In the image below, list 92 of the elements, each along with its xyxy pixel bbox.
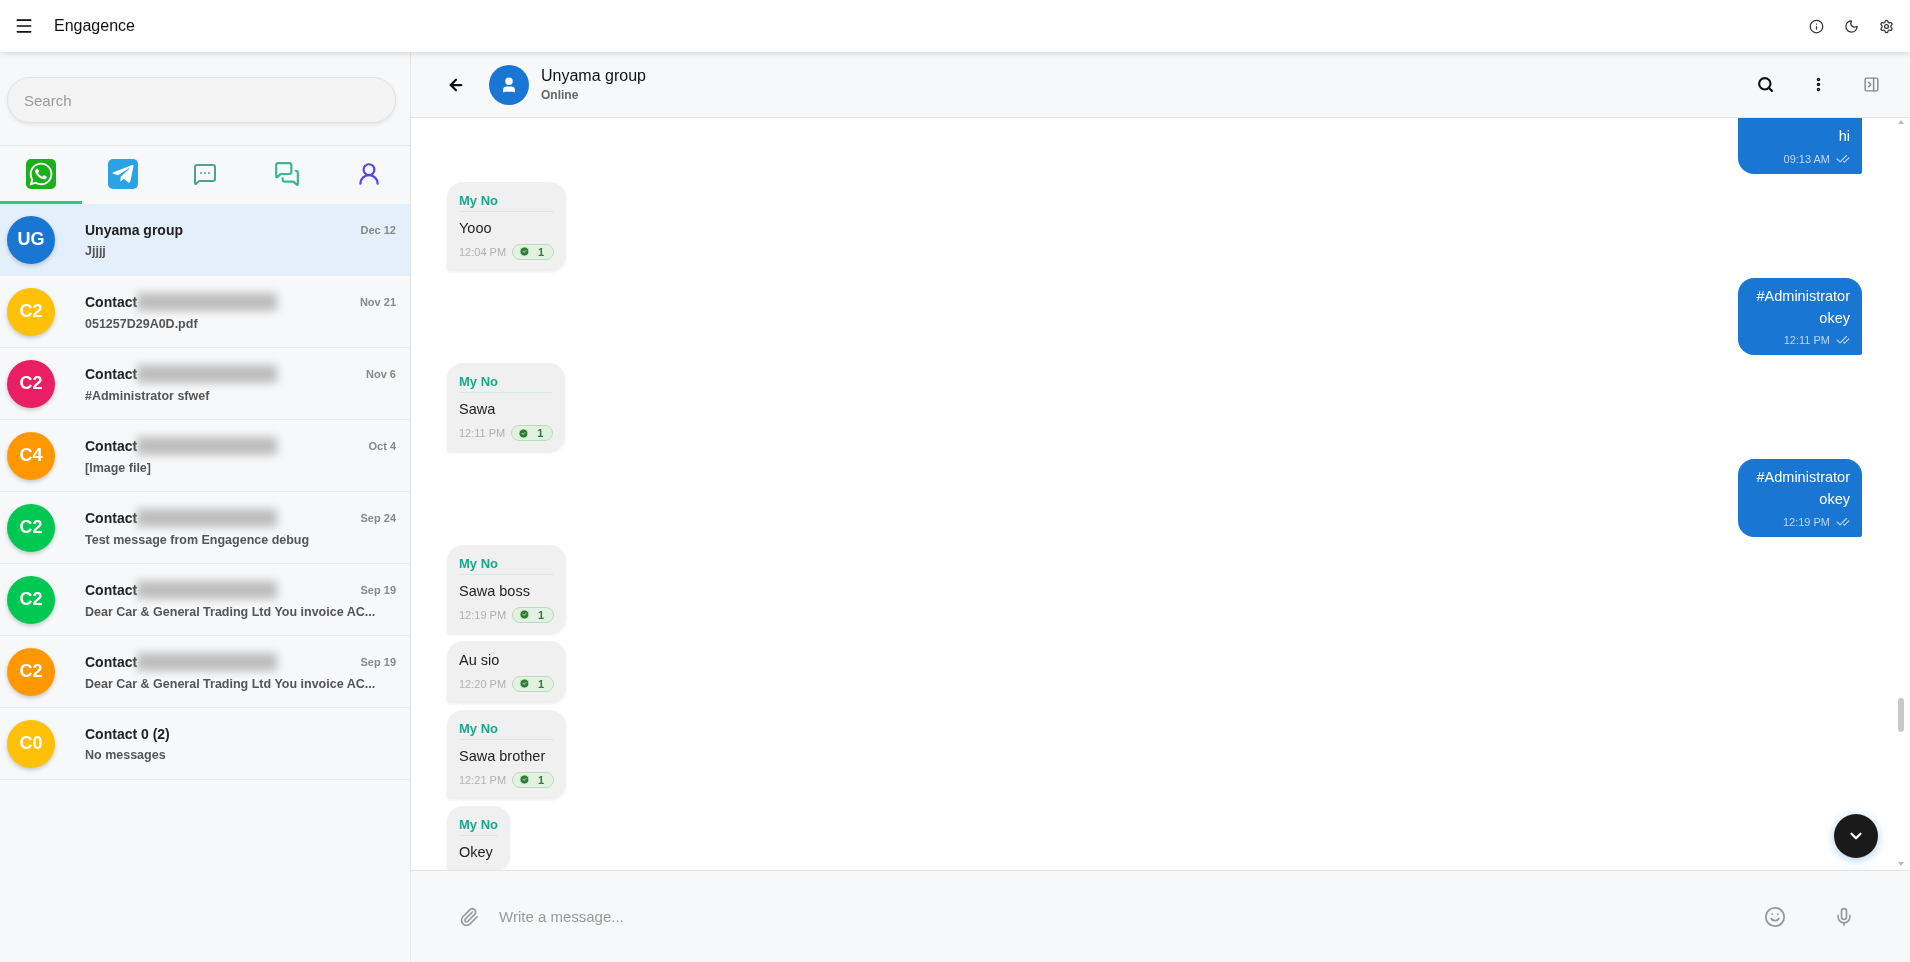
message-time: 12:19 PM (459, 608, 507, 621)
message-preview: Jjjjj (85, 243, 107, 258)
message-time: 12:20 PM (459, 677, 507, 690)
menu-button[interactable] (14, 16, 34, 36)
avatar: C2 (7, 575, 55, 624)
message-preview: Dear Car & General Trading Ltd You invoice AC... (85, 604, 377, 619)
attach-button[interactable] (459, 906, 479, 927)
contact-name: Contact (85, 653, 138, 670)
sender-name: My No (459, 816, 498, 836)
chat-title: Unyama group (541, 67, 647, 85)
message-text: #Administrator okey (1755, 468, 1850, 509)
settings-button[interactable] (1879, 18, 1894, 34)
message-preview: #Administrator sfwef (85, 388, 211, 403)
contact-name: Contact (85, 437, 138, 454)
message-text: Yooo (459, 219, 493, 236)
contact-name: Contact (85, 293, 138, 310)
check-icon (519, 678, 531, 690)
conversation-item[interactable]: C0 Contact 0 (2) No messages (0, 708, 410, 780)
message-preview: 051257D29A0D.pdf (85, 316, 199, 331)
message-time: 12:21 PM (459, 773, 507, 786)
panel-toggle-button[interactable] (1863, 76, 1880, 93)
user-icon (356, 160, 382, 187)
avatar: C2 (7, 647, 55, 696)
message-preview: Dear Car & General Trading Ltd You invoice AC... (85, 676, 377, 691)
check-icon (518, 427, 530, 439)
avatar: C0 (7, 719, 55, 768)
avatar: C2 (7, 287, 55, 336)
dark-mode-button[interactable] (1844, 18, 1859, 34)
conversation-item[interactable]: C2 Contact Sep 19 Dear Car & General Trading Ltd You invoice AC... (0, 564, 410, 636)
avatar: UG (7, 215, 55, 264)
read-count: 1 (512, 606, 555, 623)
message-preview: Test message from Engagence debug (85, 532, 311, 547)
sender-name: My No (459, 374, 554, 394)
conversation-date: Nov 21 (359, 295, 396, 308)
read-count: 1 (511, 425, 554, 442)
microphone-button[interactable] (1834, 906, 1854, 927)
conversation-date: Oct 4 (368, 439, 396, 452)
message-time: 09:13 AM (1783, 152, 1830, 165)
sender-name: My No (459, 192, 555, 212)
conversation-item[interactable]: C2 Contact Sep 24 Test message from Engagence debug (0, 492, 410, 564)
scroll-down-button[interactable] (1834, 814, 1878, 858)
conversation-date: Dec 12 (360, 223, 396, 236)
conversation-date: Sep 19 (360, 583, 396, 596)
message-time: 12:11 PM (459, 427, 506, 440)
conversation-item[interactable]: C2 Contact Nov 21 051257D29A0D.pdf (0, 276, 410, 348)
message-time: 12:11 PM (1783, 334, 1830, 347)
chat-bubble-icon (193, 161, 217, 186)
contact-name: Contact (85, 365, 138, 382)
phone-bubble-icon (26, 158, 56, 189)
conversation-item[interactable]: UG Unyama group Dec 12 Jjjjj (0, 204, 410, 276)
check-icon (519, 246, 531, 258)
read-count: 1 (512, 771, 555, 788)
message-text: Sawa (459, 401, 497, 418)
group-avatar (489, 64, 529, 105)
info-button[interactable] (1809, 18, 1824, 34)
read-count: 1 (512, 243, 555, 260)
emoji-button[interactable] (1764, 905, 1786, 928)
read-count: 1 (512, 675, 555, 692)
conversation-date: Nov 6 (366, 367, 396, 380)
search-button[interactable] (1757, 76, 1774, 93)
message-preview: [Image file] (85, 460, 152, 475)
conversation-date: Sep 24 (360, 511, 396, 524)
avatar: C2 (7, 359, 55, 408)
message-input[interactable]: Write a message... (497, 907, 1746, 926)
contact-name: Contact (85, 581, 138, 598)
check-icon (519, 774, 531, 786)
avatar: C4 (7, 431, 55, 480)
message-time: 12:04 PM (459, 245, 507, 258)
message-text: Au sio (459, 651, 501, 668)
search-field[interactable]: Search (7, 77, 396, 123)
avatar: C2 (7, 503, 55, 552)
contact-name: Contact 0 (2) (85, 725, 170, 742)
conversation-item[interactable]: C4 Contact Oct 4 [Image file] (0, 420, 410, 492)
message-text: Okey (459, 843, 494, 860)
app-title: Engagence (54, 17, 136, 35)
contact-name: Unyama group (85, 221, 183, 238)
conversation-item[interactable]: C2 Contact Sep 19 Dear Car & General Trading Ltd You invoice AC... (0, 636, 410, 708)
message-text: #Administrator okey (1755, 286, 1850, 328)
paper-plane-icon (108, 158, 138, 189)
message-text: hi (1837, 127, 1850, 146)
conversation-item[interactable]: C2 Contact Nov 6 #Administrator sfwef (0, 348, 410, 420)
message-text: Sawa boss (459, 582, 531, 599)
chat-bubbles-icon (274, 160, 300, 187)
contact-name: Contact (85, 509, 138, 526)
sender-name: My No (459, 555, 555, 575)
message-preview: No messages (85, 747, 167, 762)
check-icon (519, 609, 531, 621)
chat-status: Online (541, 88, 580, 102)
sender-name: My No (459, 720, 555, 740)
message-time: 12:19 PM (1782, 515, 1830, 528)
message-text: Sawa brother (459, 747, 547, 764)
conversation-date: Sep 19 (360, 655, 396, 668)
